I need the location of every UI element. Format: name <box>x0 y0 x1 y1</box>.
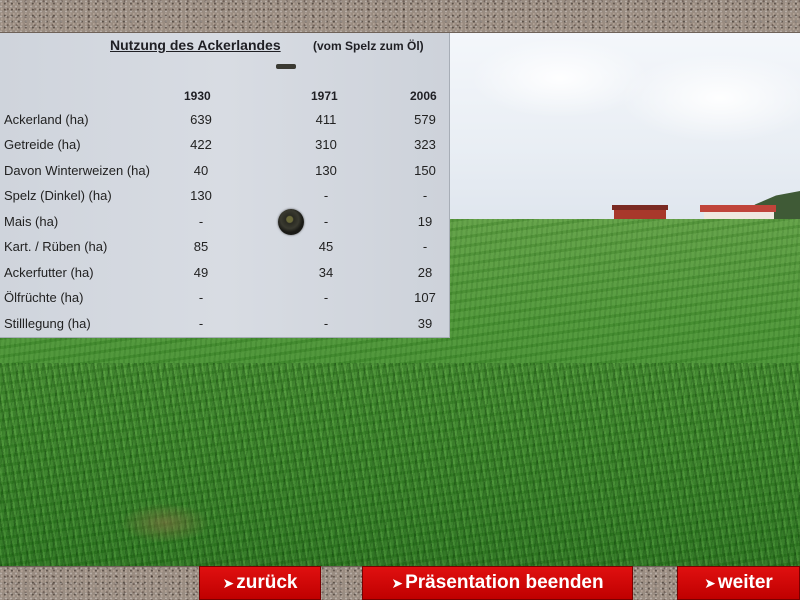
board-title: Nutzung des Ackerlandes <box>110 37 281 53</box>
table-cell: 310 <box>315 137 337 152</box>
year-header-1971: 1971 <box>311 89 338 103</box>
row-label: Davon Winterweizen (ha) <box>4 163 150 178</box>
table-cell: 28 <box>417 265 433 280</box>
table-cell: 422 <box>190 137 212 152</box>
table-cell: 19 <box>417 214 433 229</box>
table-cell: 579 <box>414 112 436 127</box>
back-button[interactable]: ➤ zurück <box>199 566 321 600</box>
end-presentation-label: Präsentation beenden <box>405 572 604 593</box>
table-cell: 107 <box>414 290 436 305</box>
end-presentation-button[interactable]: ➤ Präsentation beenden <box>362 566 633 600</box>
table-cell: 39 <box>417 316 433 331</box>
table-cell: - <box>198 290 204 305</box>
table-cell: 40 <box>193 163 209 178</box>
row-label: Spelz (Dinkel) (ha) <box>4 188 112 203</box>
table-cell: 150 <box>414 163 436 178</box>
barn-right-roof <box>700 205 776 212</box>
arrow-right-icon: ➤ <box>222 574 235 591</box>
table-cell: 34 <box>318 265 334 280</box>
next-button[interactable]: ➤ weiter <box>677 566 800 600</box>
row-label: Kart. / Rüben (ha) <box>4 239 108 254</box>
table-cell: 639 <box>190 112 212 127</box>
row-label: Ölfrüchte (ha) <box>4 290 84 305</box>
table-cell: 45 <box>318 239 334 254</box>
dirt-patch <box>120 503 210 543</box>
table-cell: - <box>198 316 204 331</box>
row-label: Ackerland (ha) <box>4 112 89 127</box>
table-cell: - <box>323 316 329 331</box>
back-button-label: zurück <box>236 572 298 593</box>
table-cell: 130 <box>315 163 337 178</box>
board-mount-mark <box>276 64 296 69</box>
arrow-right-icon: ➤ <box>704 574 716 591</box>
row-label: Getreide (ha) <box>4 137 81 152</box>
table-cell: 85 <box>193 239 209 254</box>
next-button-label: weiter <box>717 572 773 593</box>
table-cell: - <box>422 188 428 203</box>
year-header-1930: 1930 <box>184 89 211 103</box>
table-cell: 411 <box>315 112 337 127</box>
table-cell: - <box>323 214 329 229</box>
table-cell: - <box>323 290 329 305</box>
table-cell: 323 <box>414 137 436 152</box>
info-board: Nutzung des Ackerlandes (vom Spelz zum Ö… <box>0 33 450 338</box>
table-cell: 49 <box>193 265 209 280</box>
top-granite-bar <box>0 0 800 33</box>
row-label: Mais (ha) <box>4 214 59 229</box>
table-cell: - <box>422 239 428 254</box>
board-subtitle: (vom Spelz zum Öl) <box>313 39 424 53</box>
table-cell: - <box>323 188 329 203</box>
table-cell: - <box>198 214 204 229</box>
barn-left-roof <box>612 205 668 210</box>
screw-icon <box>278 209 304 235</box>
row-label: Stilllegung (ha) <box>4 316 91 331</box>
year-header-2006: 2006 <box>410 89 437 103</box>
table-cell: 130 <box>190 188 212 203</box>
row-label: Ackerfutter (ha) <box>4 265 94 280</box>
arrow-right-icon: ➤ <box>391 574 404 591</box>
